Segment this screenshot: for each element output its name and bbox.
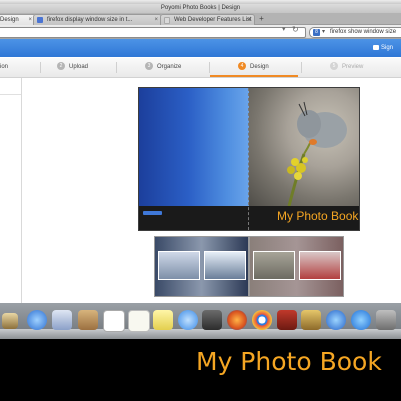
finder-icon[interactable] bbox=[2, 313, 18, 329]
steps-bar: ion 2 Upload 3 Organize 4 Design 5 Preview bbox=[0, 58, 401, 78]
search-input[interactable]: firefox show window size bbox=[330, 29, 396, 35]
tab-bar: Design × firefox display window size in … bbox=[0, 13, 401, 25]
back-cover bbox=[139, 88, 249, 206]
step-number: 3 bbox=[145, 62, 153, 71]
page-thumbnail[interactable] bbox=[249, 236, 344, 297]
tab-label: Design bbox=[0, 17, 19, 23]
step-preview: 5 Preview bbox=[330, 58, 363, 77]
facetime-icon[interactable] bbox=[202, 310, 222, 330]
divider bbox=[209, 62, 210, 73]
close-tab-icon[interactable]: × bbox=[247, 15, 251, 25]
tab-web-developer-features[interactable]: Web Developer Features List × bbox=[160, 14, 255, 25]
step-label: Upload bbox=[69, 64, 89, 70]
firefox-icon[interactable] bbox=[227, 310, 247, 330]
book-cover-preview[interactable]: My Photo Book bbox=[138, 87, 360, 231]
step-upload[interactable]: 2 Upload bbox=[57, 58, 88, 77]
tab-label: firefox display window size in t... bbox=[47, 17, 133, 23]
new-tab-button[interactable]: + bbox=[257, 15, 266, 23]
book-spine bbox=[248, 88, 251, 230]
mail-icon bbox=[373, 44, 379, 50]
url-field[interactable] bbox=[0, 27, 306, 38]
butterfly-photo bbox=[287, 101, 347, 206]
navigation-toolbar: ▾ ↻ 8 ▾ firefox show window size bbox=[0, 25, 401, 39]
sign-in-link[interactable]: Sign bbox=[373, 44, 393, 53]
step-number: 2 bbox=[57, 62, 65, 71]
page-thumbnail[interactable] bbox=[154, 236, 249, 297]
tab-firefox-display-window-size[interactable]: firefox display window size in t... × bbox=[33, 14, 162, 25]
dock-shelf bbox=[0, 329, 401, 339]
step-label: Design bbox=[250, 64, 269, 70]
book-title[interactable]: My Photo Book bbox=[277, 209, 358, 223]
active-step-indicator bbox=[210, 75, 298, 77]
divider bbox=[301, 62, 302, 73]
chevron-down-icon[interactable]: ▾ bbox=[322, 28, 325, 35]
close-tab-icon[interactable]: × bbox=[154, 15, 158, 25]
thumbnail-photo bbox=[204, 251, 246, 280]
caption-text: My Photo Book bbox=[196, 347, 382, 376]
search-field[interactable]: 8 ▾ firefox show window size bbox=[309, 27, 401, 38]
chrome-icon[interactable] bbox=[252, 310, 272, 330]
step-first[interactable]: ion bbox=[0, 58, 8, 77]
calendar-icon[interactable] bbox=[103, 310, 125, 332]
google-icon[interactable]: 8 bbox=[313, 29, 320, 36]
dropdown-arrow-icon[interactable]: ▾ bbox=[282, 25, 286, 33]
step-number: 5 bbox=[330, 62, 338, 71]
notes-icon[interactable] bbox=[153, 310, 173, 330]
tab-design[interactable]: Design × bbox=[0, 14, 36, 25]
photo-booth-icon[interactable] bbox=[277, 310, 297, 330]
safari-icon[interactable] bbox=[27, 310, 47, 330]
iphoto-icon[interactable] bbox=[301, 310, 321, 330]
app-header: Sign bbox=[0, 39, 401, 57]
divider bbox=[0, 94, 21, 95]
step-label: ion bbox=[0, 64, 9, 70]
step-label: Organize bbox=[157, 64, 182, 70]
reminders-icon[interactable] bbox=[128, 310, 150, 332]
reload-icon[interactable]: ↻ bbox=[292, 25, 299, 34]
page-icon bbox=[164, 17, 170, 24]
cover-photo[interactable] bbox=[249, 88, 359, 206]
preview-icon[interactable] bbox=[52, 310, 72, 330]
step-number: 4 bbox=[238, 62, 246, 71]
spine-label bbox=[143, 211, 162, 215]
step-organize[interactable]: 3 Organize bbox=[145, 58, 181, 77]
thumbnail-photo bbox=[299, 251, 341, 280]
contacts-icon[interactable] bbox=[78, 310, 98, 330]
divider bbox=[40, 62, 41, 73]
sign-in-label: Sign bbox=[381, 45, 394, 51]
thumbnail-photo bbox=[158, 251, 200, 280]
tab-label: Web Developer Features List bbox=[174, 17, 252, 23]
messages-icon[interactable] bbox=[178, 310, 198, 330]
left-panel bbox=[0, 78, 22, 304]
step-label: Preview bbox=[342, 64, 364, 70]
window-title: Poyomi Photo Books | Design bbox=[160, 5, 241, 11]
close-tab-icon[interactable]: × bbox=[28, 15, 32, 25]
divider bbox=[116, 62, 117, 73]
thumbnail-photo bbox=[253, 251, 295, 280]
app-store-icon[interactable] bbox=[351, 310, 371, 330]
google-icon bbox=[37, 17, 43, 23]
itunes-icon[interactable] bbox=[326, 310, 346, 330]
system-preferences-icon[interactable] bbox=[376, 310, 396, 330]
